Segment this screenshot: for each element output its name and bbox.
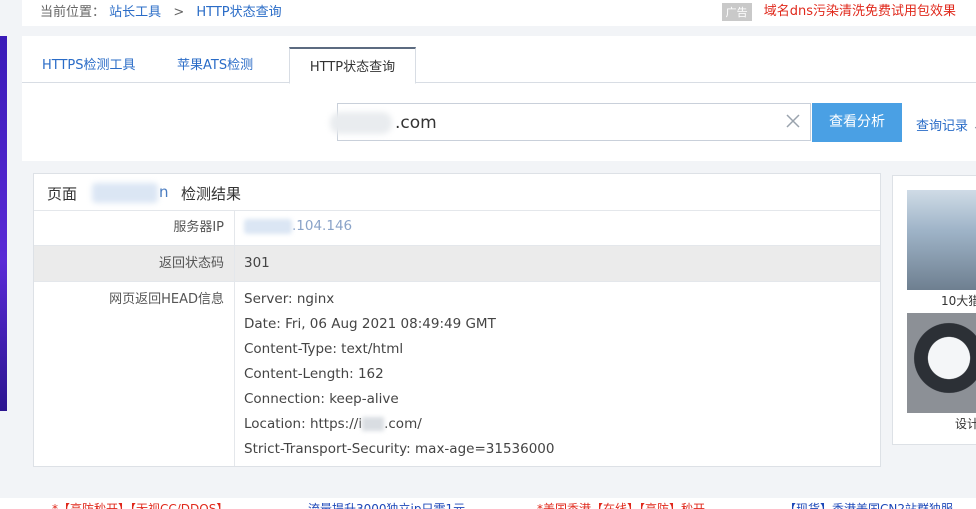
header-line: Content-Length: 162 — [244, 366, 384, 382]
tab-https-check[interactable]: HTTPS检测工具 — [42, 47, 136, 82]
table-row: 服务器IP .104.146 — [34, 210, 880, 246]
column-divider — [234, 210, 235, 245]
redacted-ip — [244, 218, 292, 234]
redacted-domain — [92, 183, 158, 203]
search-value: .com — [395, 113, 437, 133]
ad-image-people[interactable] — [907, 190, 976, 290]
header-line-location: Location: https://i .com/ — [244, 412, 554, 437]
tab-bar: HTTPS检测工具 苹果ATS检测 HTTP状态查询 — [22, 47, 976, 84]
server-ip-tail: .104.146 — [292, 218, 353, 234]
footer-link[interactable]: *美国香港【在线】【高防】秒开 — [537, 500, 705, 509]
left-edge-strip — [0, 36, 7, 411]
query-history-label: 查询记录 — [916, 119, 969, 134]
result-title-domain-tail: n — [159, 183, 169, 201]
header-line: Strict-Transport-Security: max-age=31536… — [244, 441, 555, 457]
header-line: Date: Fri, 06 Aug 2021 08:49:49 GMT — [244, 316, 496, 332]
location-suffix: .com/ — [384, 416, 422, 432]
side-ads: 10大猎 设计 — [892, 175, 976, 445]
ad-link[interactable]: 域名dns污染清洗免费试用包效果 — [764, 4, 956, 19]
analyze-button[interactable]: 查看分析 — [812, 103, 902, 142]
table-row: 返回状态码 301 — [34, 246, 880, 282]
footer-link[interactable]: 流量提升3000独立ip只需1元 — [308, 500, 465, 509]
status-code-value: 301 — [244, 255, 270, 271]
row-label-head-info: 网页返回HEAD信息 — [109, 292, 224, 307]
location-prefix: Location: https://i — [244, 416, 363, 432]
tab-http-status[interactable]: HTTP状态查询 — [289, 47, 416, 84]
redacted-domain — [330, 112, 392, 134]
header-line: Content-Type: text/html — [244, 341, 404, 357]
head-info-list: Server: nginx Date: Fri, 06 Aug 2021 08:… — [244, 287, 554, 462]
result-table: 页面 n 检测结果 服务器IP .104.146 返回状态码 301 网页返回H… — [33, 173, 881, 467]
ad-caption[interactable]: 设计 — [955, 415, 976, 432]
column-divider — [234, 246, 235, 281]
breadcrumb-separator: > — [173, 5, 185, 20]
footer-link[interactable]: 【现货】香港美国CN2站群独服 — [784, 500, 953, 509]
ad-image-robot[interactable] — [907, 313, 976, 413]
breadcrumb-item-tools[interactable]: 站长工具 — [109, 5, 161, 20]
ad-banner[interactable]: 广告 域名dns污染清洗免费试用包效果 — [721, 0, 956, 21]
query-history-link[interactable]: 查询记录 ⌄ — [916, 115, 976, 134]
ad-caption[interactable]: 10大猎 — [941, 292, 976, 309]
server-ip-value: .104.146 — [244, 218, 352, 234]
header-line: Connection: keep-alive — [244, 391, 399, 407]
column-divider — [234, 282, 235, 466]
breadcrumb-item-http-status[interactable]: HTTP状态查询 — [196, 5, 281, 20]
ad-tag: 广告 — [721, 2, 752, 21]
result-title-suffix: 检测结果 — [181, 185, 242, 203]
tab-apple-ats[interactable]: 苹果ATS检测 — [177, 47, 253, 82]
close-icon[interactable] — [784, 112, 802, 130]
table-row: 网页返回HEAD信息 Server: nginx Date: Fri, 06 A… — [34, 282, 880, 466]
result-title-prefix: 页面 — [47, 185, 78, 203]
breadcrumb-prefix: 当前位置： — [40, 5, 106, 20]
breadcrumb-bar: 当前位置： 站长工具 > HTTP状态查询 广告 域名dns污染清洗免费试用包效… — [22, 0, 976, 26]
footer-link[interactable]: *【高防秒开】【无视CC/DDOS】 — [52, 500, 228, 509]
breadcrumb: 当前位置： 站长工具 > HTTP状态查询 — [40, 1, 282, 20]
chevron-down-icon: ⌄ — [972, 119, 976, 134]
result-title: 页面 n 检测结果 — [34, 174, 880, 211]
footer-ad-links: *【高防秒开】【无视CC/DDOS】 流量提升3000独立ip只需1元 *美国香… — [0, 498, 976, 509]
header-line: Server: nginx — [244, 291, 335, 307]
redacted-text — [362, 417, 385, 431]
row-label-status-code: 返回状态码 — [158, 256, 224, 271]
search-input[interactable]: .com — [330, 103, 811, 141]
row-label-server-ip: 服务器IP — [173, 220, 224, 235]
